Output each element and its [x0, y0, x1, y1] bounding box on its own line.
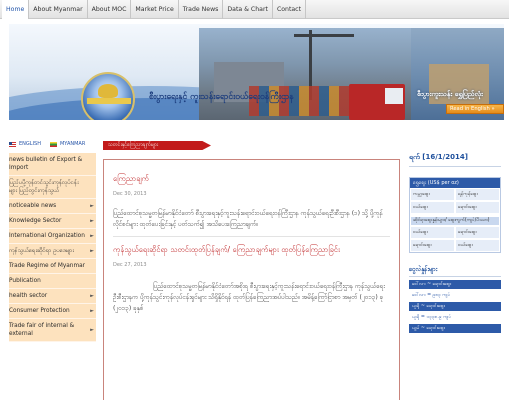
exchange-rate-title: ငွေလဲနှုန်းများ	[409, 265, 501, 277]
price-date-title: ရက် [16/1/2014]	[409, 153, 501, 167]
sidebar-item-label: International Organization	[9, 233, 85, 239]
exchange-rate-row: ယူရို = ၁၃၃၈.၉ ကျပ်	[409, 314, 501, 321]
nav-data-chart[interactable]: Data & Chart	[223, 0, 273, 19]
sidebar-item-label: ပြည်ပပို့ကုန်တင်သွင်းကုန်လုပ်ငန်းများ ပြ…	[9, 180, 79, 194]
sidebar-item-trade-fair[interactable]: Trade fair of internal & external ►	[9, 319, 96, 342]
lang-myanmar-link[interactable]: MYANMAR	[60, 141, 85, 147]
exchange-rate-row: ယူရို ~ ရောင်းဈေး	[409, 302, 501, 311]
gold-panel-header: ရွှေဈေး (US$ per oz)	[410, 178, 500, 188]
gold-cell: ဝယ်ဈေး	[410, 201, 455, 214]
chevron-right-icon: ►	[90, 248, 94, 254]
section-header: သတင်းနှင့်ကြေညာချက်များ	[103, 141, 211, 150]
chevron-right-icon: ►	[90, 218, 94, 224]
exchange-rate-row: ဒေါ်လာ = ၉၈၃ ကျပ်	[409, 292, 501, 299]
sidebar-item-label: Consumer Protection	[9, 308, 70, 314]
news-summary: ပြည်ထောင်စုသမ္မတမြန်မာနိုင်ငံတော် စီးပွာ…	[113, 210, 383, 228]
sidebar-item-noticeable-news[interactable]: noticeable news ►	[9, 199, 96, 214]
gold-cell: ကမ္ဘာ့ဈေး	[410, 188, 455, 201]
gold-price-panel: ရွှေဈေး (US$ per oz) ကမ္ဘာ့ဈေး ရန်ကုန်ဈေ…	[409, 177, 501, 253]
chevron-right-icon: ►	[90, 293, 94, 299]
exchange-rate-row: ယွမ် ~ ရောင်းဈေး	[409, 324, 501, 333]
chevron-right-icon: ►	[90, 308, 94, 314]
exchange-rate-row: ဒေါ်လာ ~ ရောင်းဈေး	[409, 280, 501, 289]
sidebar-item-health-sector[interactable]: health sector ►	[9, 289, 96, 304]
news-item: ကုန်သွယ်ရေးဆိုင်ရာ သတင်းထုတ်ပြန်ချက်/ ကြ…	[104, 237, 399, 314]
news-date: Dec 30, 2013	[113, 191, 147, 197]
sidebar-item-international-organization[interactable]: International Organization ►	[9, 229, 96, 244]
news-date: Dec 27, 2013	[113, 262, 147, 268]
sidebar-item-news-bulletin[interactable]: news bulletin of Export & Import	[9, 153, 96, 176]
sidebar-item-label: Publication	[9, 278, 41, 284]
header-banner: စီးပွားရေးနှင့် ကူးသန်းရောင်းဝယ်ရေးဝန်ကြ…	[9, 24, 504, 120]
chevron-right-icon: ►	[90, 233, 94, 239]
myanmar-flag-icon[interactable]	[49, 141, 57, 147]
news-summary: ပြည်ထောင်စုသမ္မတမြန်မာနိုင်ငံတော်အစိုးရ …	[113, 283, 385, 312]
nav-market-price[interactable]: Market Price	[131, 0, 179, 19]
nav-home[interactable]: Home	[2, 0, 30, 19]
sidebar-item-label: news bulletin of Export & Import	[9, 157, 83, 171]
sidebar-item-trade-laws[interactable]: ကုန်သွယ်ရေးဆိုင်ရာ ဥပဒေများ ►	[9, 244, 96, 259]
sidebar-item-knowledge-sector[interactable]: Knowledge Sector ►	[9, 214, 96, 229]
sidebar-item-label: Knowledge Sector	[9, 218, 62, 224]
sidebar-item-label: ကုန်သွယ်ရေးဆိုင်ရာ ဥပဒေများ	[9, 248, 74, 254]
chevron-right-icon: ►	[90, 327, 94, 333]
logo-band	[87, 98, 131, 104]
nav-contact[interactable]: Contact	[273, 0, 307, 19]
logo-bird-icon	[98, 84, 118, 98]
sidebar-item-label: Trade Regime of Myanmar	[9, 263, 86, 269]
gold-cell: ရောင်းဈေး	[455, 226, 500, 239]
crane-arm-image	[294, 34, 354, 37]
ministry-title: စီးပွားရေးနှင့် ကူးသန်းရောင်းဝယ်ရေးဝန်ကြ…	[149, 92, 294, 102]
section-title: သတင်းနှင့်ကြေညာချက်များ	[108, 142, 159, 148]
sidebar-item-label: health sector	[9, 293, 48, 299]
gold-cell: ရန်ကုန်ဈေး	[455, 188, 500, 201]
left-sidebar: ENGLISH MYANMAR news bulletin of Export …	[9, 139, 96, 342]
sidebar-item-label: noticeable news	[9, 203, 57, 209]
sidebar-item-trade-regime[interactable]: Trade Regime of Myanmar	[9, 259, 96, 274]
nav-list: Home About Myanmar About MOC Market Pric…	[0, 0, 509, 19]
sidebar-item-publication[interactable]: Publication	[9, 274, 96, 289]
us-flag-icon[interactable]	[9, 141, 16, 147]
ministry-logo	[81, 72, 135, 120]
nav-trade-news[interactable]: Trade News	[179, 0, 224, 19]
lang-english-link[interactable]: ENGLISH	[19, 141, 41, 147]
top-navigation: Home About Myanmar About MOC Market Pric…	[0, 0, 509, 19]
read-in-english-button[interactable]: Read in English »	[446, 104, 504, 114]
gold-cell: ဝယ်ဈေး	[455, 239, 500, 252]
sidebar-item-trade-business[interactable]: ပြည်ပပို့ကုန်တင်သွင်းကုန်လုပ်ငန်းများ ပြ…	[9, 176, 96, 199]
gold-subheader: ဆိုင်ရာဈေးနှုန်းများ/ ဈေးကွက်(ကျပ်/ပိဿာ)	[410, 216, 500, 226]
news-title-link[interactable]: ကြေညာချက်	[113, 160, 390, 184]
sidebar-item-label: Trade fair of internal & external	[9, 323, 75, 337]
right-column: ရက် [16/1/2014] ရွှေဈေး (US$ per oz) ကမ္…	[409, 153, 501, 333]
nav-about-moc[interactable]: About MOC	[88, 0, 132, 19]
news-title-link[interactable]: ကုန်သွယ်ရေးဆိုင်ရာ သတင်းထုတ်ပြန်ချက်/ ကြ…	[113, 237, 390, 255]
truck-image	[349, 84, 405, 120]
gold-cell: ရောင်းဈေး	[410, 239, 455, 252]
banner-slogan: စီးပွားကူးသန်း ရွှေပြည်လုံး	[417, 90, 483, 98]
sidebar-item-consumer-protection[interactable]: Consumer Protection ►	[9, 304, 96, 319]
nav-about-myanmar[interactable]: About Myanmar	[29, 0, 88, 19]
gold-price-grid: ကမ္ဘာ့ဈေး ရန်ကုန်ဈေး ဝယ်ဈေး ရောင်းဈေး ဆိ…	[410, 188, 500, 252]
news-panel: ကြေညာချက် Dec 30, 2013 ပြည်ထောင်စုသမ္မတမ…	[103, 159, 400, 400]
chevron-right-icon: ►	[90, 203, 94, 209]
gold-cell: ဝယ်ဈေး	[410, 226, 455, 239]
language-switcher: ENGLISH MYANMAR	[9, 139, 96, 149]
sidebar-menu: news bulletin of Export & Import ပြည်ပပိ…	[9, 153, 96, 342]
news-item: ကြေညာချက် Dec 30, 2013 ပြည်ထောင်စုသမ္မတမ…	[104, 160, 399, 230]
gold-cell: ရောင်းဈေး	[455, 201, 500, 214]
